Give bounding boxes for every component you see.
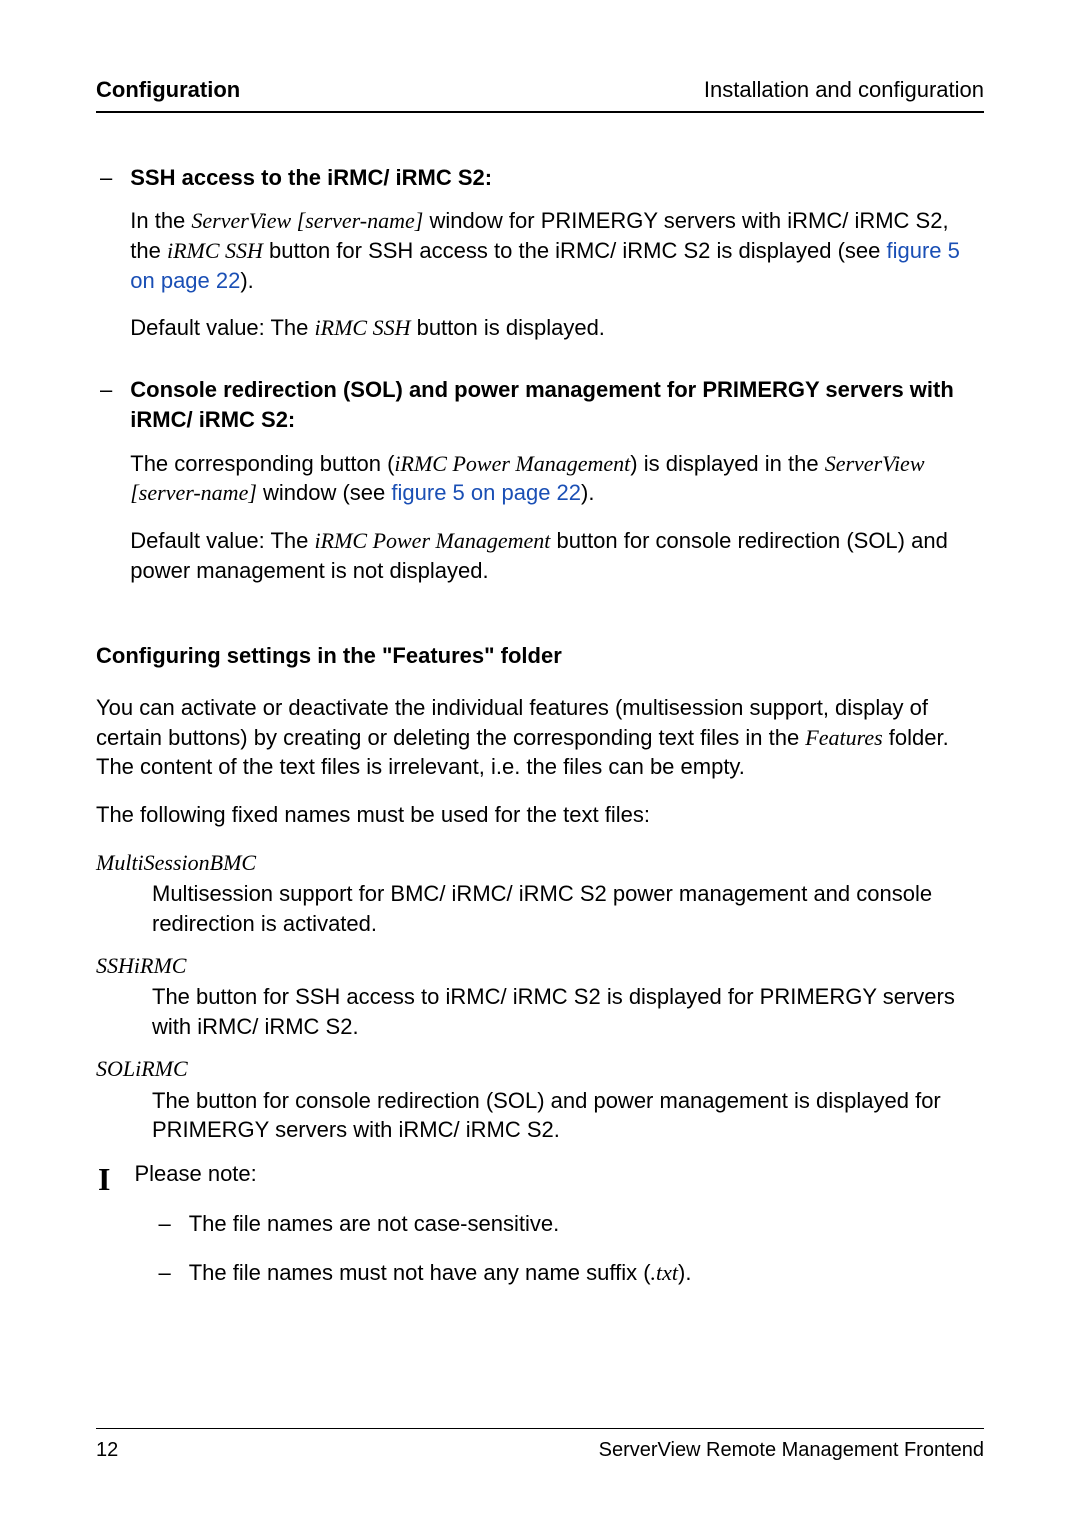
bullet-dash-icon: – bbox=[100, 375, 112, 405]
note-content: Please note: – The file names are not ca… bbox=[134, 1159, 984, 1288]
bullet-dash-icon: – bbox=[100, 163, 112, 193]
def-body-multisession: Multisession support for BMC/ iRMC/ iRMC… bbox=[152, 879, 984, 938]
bullet-content: Console redirection (SOL) and power mana… bbox=[130, 375, 984, 603]
def-body-solirmc: The button for console redirection (SOL)… bbox=[152, 1086, 984, 1145]
page-number: 12 bbox=[96, 1437, 118, 1464]
def-term-multisession: MultiSessionBMC bbox=[96, 848, 984, 878]
bullet-title-ssh: SSH access to the iRMC/ iRMC S2: bbox=[130, 163, 984, 193]
def-term-solirmc: SOLiRMC bbox=[96, 1054, 984, 1084]
header-section-title: Configuration bbox=[96, 75, 240, 105]
bullet-content: SSH access to the iRMC/ iRMC S2: In the … bbox=[130, 163, 984, 361]
link-figure5[interactable]: figure 5 on page 22 bbox=[391, 480, 581, 505]
note-bullet: – The file names must not have any name … bbox=[158, 1258, 984, 1288]
paragraph: In the ServerView [server-name] window f… bbox=[130, 206, 984, 295]
paragraph: You can activate or deactivate the indiv… bbox=[96, 693, 984, 782]
def-body-sshirmc: The button for SSH access to iRMC/ iRMC … bbox=[152, 982, 984, 1041]
footer-title: ServerView Remote Management Frontend bbox=[599, 1437, 984, 1464]
note-lead: Please note: bbox=[134, 1159, 984, 1189]
paragraph: The corresponding button (iRMC Power Man… bbox=[130, 449, 984, 508]
bullet-item-ssh: – SSH access to the iRMC/ iRMC S2: In th… bbox=[96, 163, 984, 361]
paragraph: Default value: The iRMC Power Management… bbox=[130, 526, 984, 585]
paragraph: Default value: The iRMC SSH button is di… bbox=[130, 313, 984, 343]
bullet-title-sol: Console redirection (SOL) and power mana… bbox=[130, 375, 984, 434]
header-chapter-title: Installation and configuration bbox=[704, 75, 984, 105]
note-block: I Please note: – The file names are not … bbox=[96, 1159, 984, 1288]
bullet-item-sol: – Console redirection (SOL) and power ma… bbox=[96, 375, 984, 603]
def-term-sshirmc: SSHiRMC bbox=[96, 951, 984, 981]
note-bullet: – The file names are not case-sensitive. bbox=[158, 1209, 984, 1239]
heading-features: Configuring settings in the "Features" f… bbox=[96, 641, 984, 671]
page-footer: 12 ServerView Remote Management Frontend bbox=[96, 1428, 984, 1464]
bullet-dash-icon: – bbox=[158, 1209, 170, 1239]
bullet-dash-icon: – bbox=[158, 1258, 170, 1288]
page-header: Configuration Installation and configura… bbox=[96, 75, 984, 113]
info-icon: I bbox=[98, 1163, 110, 1288]
paragraph: The following fixed names must be used f… bbox=[96, 800, 984, 830]
